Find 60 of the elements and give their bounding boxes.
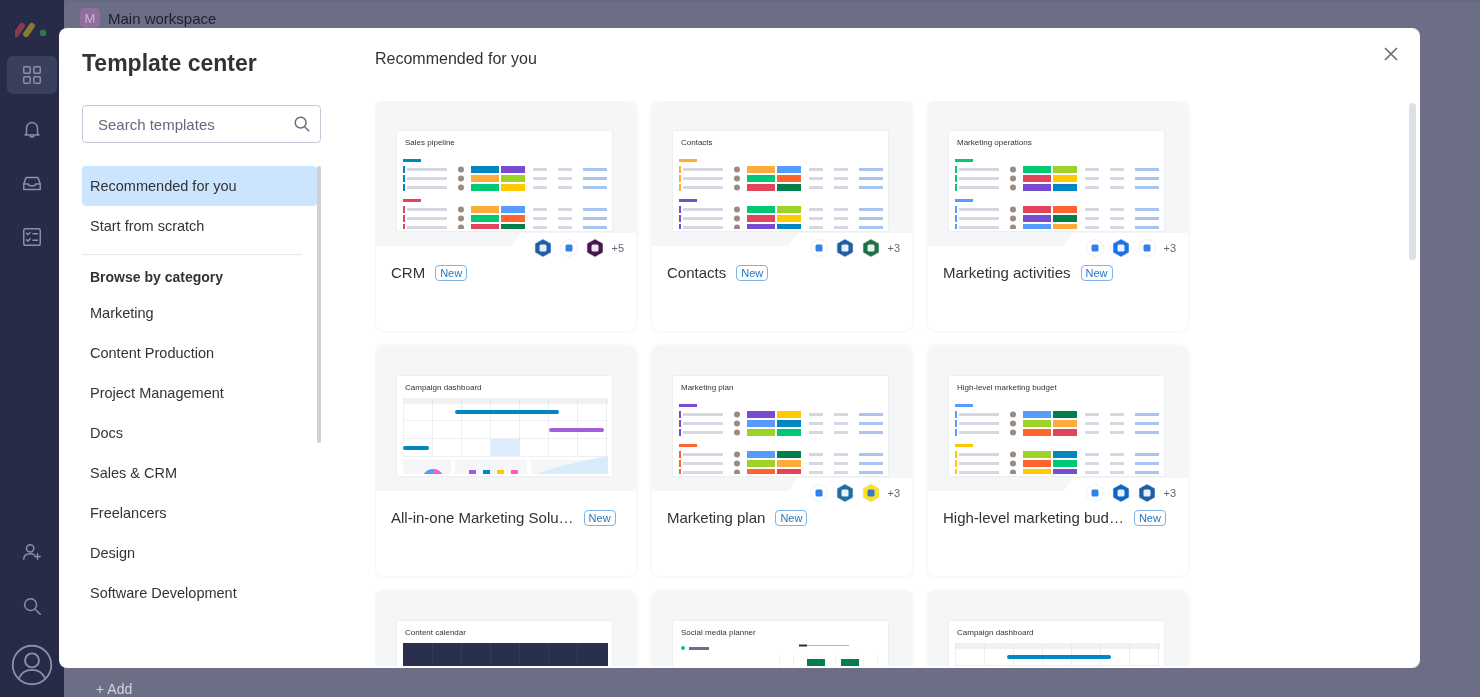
template-card[interactable]: Marketing operations +3 Marketing activities New <box>928 101 1188 331</box>
template-card[interactable]: Campaign dashboard All-in-one Marketing Solu… New <box>376 346 636 576</box>
board-title: Sales pipeline <box>405 138 455 147</box>
board-title: Contacts <box>681 138 713 147</box>
template-title: High-level marketing bud… <box>943 509 1124 526</box>
board-title: High-level marketing budget <box>957 383 1057 392</box>
template-card[interactable]: Social media planner <box>652 591 912 666</box>
checklist-icon <box>21 226 43 248</box>
avatar-icon <box>10 643 54 687</box>
new-badge: New <box>775 509 808 526</box>
category-item[interactable]: Project Management <box>82 373 317 413</box>
board-title: Campaign dashboard <box>957 628 1034 637</box>
template-card[interactable]: Contacts +3 Contacts New <box>652 101 912 331</box>
template-title: Contacts <box>667 264 727 281</box>
template-title: Marketing activities <box>943 264 1071 281</box>
more-count: +3 <box>887 242 900 254</box>
workspace-name: Main workspace <box>108 9 217 27</box>
template-title: All-in-one Marketing Solu… <box>391 509 574 526</box>
search-field[interactable]: Search templates <box>82 105 321 143</box>
nav-item[interactable]: Start from scratch <box>82 206 317 246</box>
modal-title: Template center <box>82 50 258 77</box>
section-heading: Recommended for you <box>375 50 537 68</box>
new-badge: New <box>583 509 616 526</box>
template-card[interactable]: Sales pipeline +5 CRM New <box>376 101 636 331</box>
category-heading: Browse by category <box>89 268 225 287</box>
search-icon <box>21 595 43 617</box>
scrollbar[interactable] <box>1409 103 1416 260</box>
scrollbar[interactable] <box>317 166 321 443</box>
board-title: Campaign dashboard <box>405 383 482 392</box>
grid-icon <box>21 64 43 86</box>
category-item[interactable]: Software Development <box>82 573 317 613</box>
template-title: Marketing plan <box>667 509 766 526</box>
template-title: CRM <box>391 264 426 281</box>
template-card[interactable]: High-level marketing budget +3 High-level marketing bud… New <box>928 346 1188 576</box>
template-card[interactable]: Campaign dashboard <box>928 591 1188 666</box>
workspace-avatar: M <box>80 8 100 28</box>
new-badge: New <box>1080 264 1113 281</box>
category-item[interactable]: Freelancers <box>82 493 317 533</box>
category-item[interactable]: Marketing <box>82 293 317 333</box>
nav-item[interactable]: Recommended for you <box>82 166 317 206</box>
more-count: +3 <box>1163 242 1176 254</box>
template-card[interactable]: Marketing plan +3 Marketing plan New <box>652 346 912 576</box>
board-title: Content calendar <box>405 628 466 637</box>
template-card[interactable]: Content calendar <box>376 591 636 666</box>
add-user-icon <box>21 541 43 563</box>
sidebar-grid-button[interactable] <box>7 56 57 94</box>
more-count: +5 <box>611 242 624 254</box>
category-item[interactable]: Docs <box>82 413 317 453</box>
board-title: Social media planner <box>681 628 756 637</box>
category-item[interactable]: Design <box>82 533 317 573</box>
board-title: Marketing operations <box>957 138 1032 147</box>
new-badge: New <box>1133 509 1166 526</box>
search-icon[interactable] <box>293 115 311 133</box>
board-title: Marketing plan <box>681 383 734 392</box>
more-count: +3 <box>887 487 900 499</box>
more-count: +3 <box>1163 487 1176 499</box>
new-badge: New <box>736 264 769 281</box>
category-item[interactable]: Sales & CRM <box>82 453 317 493</box>
new-badge: New <box>435 264 468 281</box>
category-item[interactable]: Content Production <box>82 333 317 373</box>
